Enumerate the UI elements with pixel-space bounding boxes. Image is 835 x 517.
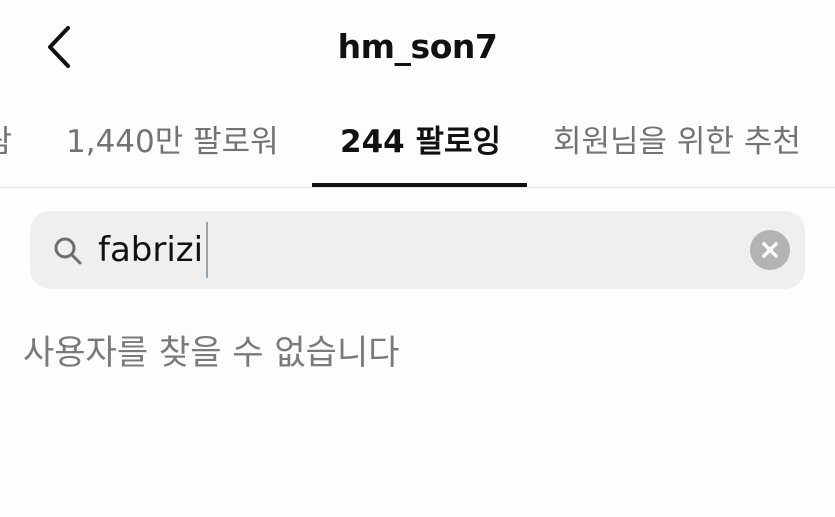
tab-followers[interactable]: 1,440만 팔로워 — [66, 120, 279, 164]
search-icon — [54, 237, 82, 265]
no-results-message: 사용자를 찾을 수 없습니다 — [23, 333, 400, 373]
divider — [0, 187, 835, 188]
tab-suggested[interactable]: 회원님을 위한 추천 — [553, 120, 801, 164]
tab-partial[interactable]: 람 — [0, 120, 12, 164]
page-title: hm_son7 — [337, 27, 498, 66]
clear-icon — [762, 242, 778, 258]
clear-search-button[interactable] — [750, 230, 790, 270]
tab-bar: 람 1,440만 팔로워 244 팔로잉 회원님을 위한 추천 — [0, 110, 835, 188]
search-input[interactable] — [98, 227, 698, 273]
search-bar[interactable] — [30, 211, 805, 289]
header: hm_son7 — [0, 0, 835, 95]
text-caret — [206, 222, 208, 278]
tab-following[interactable]: 244 팔로잉 — [340, 120, 501, 164]
